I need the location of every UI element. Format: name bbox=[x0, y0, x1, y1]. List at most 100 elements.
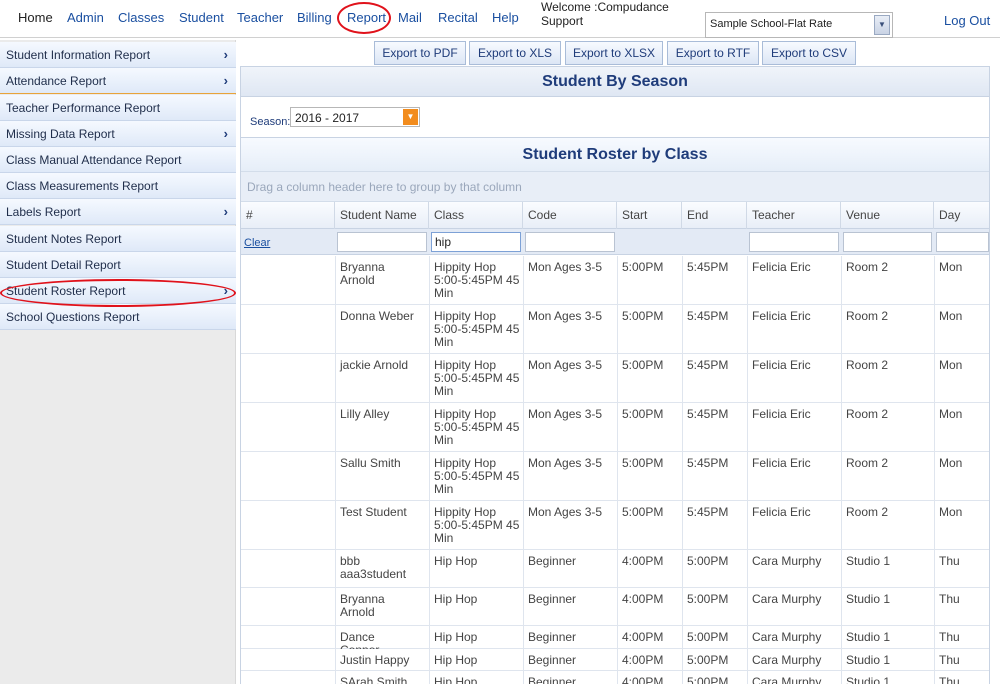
logout-link[interactable]: Log Out bbox=[944, 13, 990, 28]
col-header-student-name[interactable]: Student Name bbox=[335, 202, 429, 229]
cell-day: Mon bbox=[939, 456, 963, 470]
sidebar-item-teacher-performance-report[interactable]: Teacher Performance Report bbox=[0, 95, 236, 121]
cell-venue: Studio 1 bbox=[846, 652, 891, 667]
export-csv-button[interactable]: Export to CSV bbox=[762, 41, 856, 65]
table-row[interactable]: Test Student Hippity Hop 5:00-5:45PM 45 Min… bbox=[241, 501, 989, 550]
nav-home[interactable]: Home bbox=[18, 10, 53, 25]
nav-recital[interactable]: Recital bbox=[438, 10, 478, 25]
sidebar-item-class-measurements-report[interactable]: Class Measurements Report bbox=[0, 173, 236, 199]
nav-classes[interactable]: Classes bbox=[118, 10, 164, 25]
table-row[interactable]: Donna Weber Hippity Hop 5:00-5:45PM 45 Min M… bbox=[241, 305, 989, 354]
chevron-down-icon[interactable]: ▼ bbox=[403, 109, 418, 125]
cell-venue: Room 2 bbox=[846, 407, 889, 421]
export-pdf-button[interactable]: Export to PDF bbox=[374, 41, 466, 65]
cell-code: Mon Ages 3-5 bbox=[528, 456, 603, 470]
table-row[interactable]: jackie Arnold Hippity Hop 5:00-5:45PM 45 Mi… bbox=[241, 354, 989, 403]
filter-student-name-input[interactable] bbox=[337, 232, 427, 252]
filter-teacher-input[interactable] bbox=[749, 232, 839, 252]
col-header-end[interactable]: End bbox=[682, 202, 747, 229]
cell-class: Hippity Hop 5:00-5:45PM 45 Min bbox=[429, 359, 523, 398]
season-select[interactable]: 2016 - 2017 ▼ bbox=[290, 107, 420, 127]
cell-class: Hip Hop bbox=[429, 593, 523, 606]
cell-venue: Studio 1 bbox=[846, 554, 891, 568]
cell-student-name: jackie Arnold bbox=[340, 358, 409, 372]
cell-class-line: Min bbox=[434, 335, 454, 349]
table-row[interactable]: Bryanna Arnold Hip Hop Beginner 4:00PM 5:00P… bbox=[241, 588, 989, 626]
col-header-venue[interactable]: Venue bbox=[841, 202, 934, 229]
cell-end: 5:45PM bbox=[687, 260, 729, 274]
cell-venue: Room 2 bbox=[846, 260, 889, 274]
cell-start: 5:00PM bbox=[622, 358, 664, 372]
chevron-right-icon: › bbox=[223, 47, 228, 62]
sidebar-item-missing-data-report[interactable]: Missing Data Report › bbox=[0, 121, 236, 147]
cell-venue: Room 2 bbox=[846, 358, 889, 372]
cell-day: Mon bbox=[939, 358, 963, 372]
cell-class: Hippity Hop 5:00-5:45PM 45 Min bbox=[429, 506, 523, 545]
cell-end: 5:00PM bbox=[687, 630, 729, 644]
report-sidebar: Student Information Report › Attendance … bbox=[0, 40, 236, 684]
sidebar-item-student-detail-report[interactable]: Student Detail Report bbox=[0, 252, 236, 278]
col-header-class[interactable]: Class bbox=[429, 202, 523, 229]
cell-end: 5:45PM bbox=[687, 456, 729, 470]
nav-teacher[interactable]: Teacher bbox=[237, 10, 283, 25]
table-row[interactable]: Bryanna Arnold Hippity Hop 5:00-5:45PM 45 M… bbox=[241, 256, 989, 305]
cell-code: Mon Ages 3-5 bbox=[528, 309, 603, 323]
table-row[interactable]: Sallu Smith Hippity Hop 5:00-5:45PM 45 Min M… bbox=[241, 452, 989, 501]
cell-class-line: Min bbox=[434, 286, 454, 300]
sidebar-item-school-questions-report[interactable]: School Questions Report bbox=[0, 304, 236, 330]
cell-code: Mon Ages 3-5 bbox=[528, 260, 603, 274]
cell-student-name: Justin Happy bbox=[340, 652, 410, 667]
nav-student[interactable]: Student bbox=[179, 10, 224, 25]
cell-end: 5:00PM bbox=[687, 652, 729, 667]
nav-help[interactable]: Help bbox=[492, 10, 519, 25]
nav-billing[interactable]: Billing bbox=[297, 10, 332, 25]
sidebar-item-attendance-report[interactable]: Attendance Report › bbox=[0, 68, 236, 94]
col-header-number[interactable]: # bbox=[241, 202, 335, 229]
col-header-code[interactable]: Code bbox=[523, 202, 617, 229]
group-by-drop-area[interactable]: Drag a column header here to group by th… bbox=[241, 172, 989, 202]
table-row[interactable]: Lilly Alley Hippity Hop 5:00-5:45PM 45 Min M… bbox=[241, 403, 989, 452]
table-row[interactable]: Dance ConnorHip HopBeginner4:00PM5:00PMC… bbox=[241, 626, 989, 657]
cell-venue: Studio 1 bbox=[846, 675, 891, 684]
cell-class-line: Hip Hop bbox=[434, 630, 478, 644]
export-xls-button[interactable]: Export to XLS bbox=[469, 41, 561, 65]
table-row[interactable]: bbb aaa3student Hip Hop Beginner 4:00PM 5:00… bbox=[241, 550, 989, 588]
clear-filters-link[interactable]: Clear bbox=[244, 237, 270, 249]
school-select[interactable]: Sample School-Flat Rate ▼ bbox=[705, 12, 893, 38]
cell-student-name: Test Student bbox=[340, 505, 407, 519]
export-xlsx-button[interactable]: Export to XLSX bbox=[565, 41, 663, 65]
sidebar-item-labels-report[interactable]: Labels Report › bbox=[0, 199, 236, 225]
cell-start: 4:00PM bbox=[622, 554, 664, 568]
filter-class-input[interactable] bbox=[431, 232, 521, 252]
cell-end: 5:45PM bbox=[687, 358, 729, 372]
nav-mail[interactable]: Mail bbox=[398, 10, 422, 25]
report-panel: Student By Season Season: 2016 - 2017 ▼ … bbox=[240, 66, 990, 684]
cell-teacher: Cara Murphy bbox=[752, 630, 822, 644]
season-label: Season: bbox=[250, 116, 291, 128]
sidebar-item-label: Student Detail Report bbox=[6, 258, 121, 272]
filter-code-input[interactable] bbox=[525, 232, 615, 252]
nav-admin[interactable]: Admin bbox=[67, 10, 104, 25]
filter-venue-input[interactable] bbox=[843, 232, 932, 252]
chevron-down-icon[interactable]: ▼ bbox=[874, 15, 890, 35]
sidebar-item-class-manual-attendance-report[interactable]: Class Manual Attendance Report bbox=[0, 147, 236, 173]
col-header-start[interactable]: Start bbox=[617, 202, 682, 229]
cell-venue: Studio 1 bbox=[846, 592, 891, 606]
cell-student-name: Bryanna Arnold bbox=[340, 592, 385, 619]
col-header-teacher[interactable]: Teacher bbox=[747, 202, 841, 229]
cell-day: Thu bbox=[939, 675, 960, 684]
cell-start: 4:00PM bbox=[622, 630, 664, 644]
col-header-day[interactable]: Day bbox=[934, 202, 989, 229]
export-rtf-button[interactable]: Export to RTF bbox=[667, 41, 759, 65]
report-highlight-annotation bbox=[337, 2, 391, 34]
sidebar-item-student-notes-report[interactable]: Student Notes Report bbox=[0, 226, 236, 252]
school-select-value: Sample School-Flat Rate bbox=[710, 18, 833, 30]
table-row[interactable]: SArah Smith Hip Hop Beginner 4:00PM 5:00PM Ca… bbox=[241, 671, 989, 684]
sidebar-item-student-information-report[interactable]: Student Information Report › bbox=[0, 42, 236, 68]
cell-teacher: Felicia Eric bbox=[752, 407, 811, 421]
sidebar-item-label: Teacher Performance Report bbox=[6, 101, 161, 115]
cell-end: 5:00PM bbox=[687, 592, 729, 606]
table-row[interactable]: Justin Happy Hip Hop Beginner 4:00PM 5:00PM C… bbox=[241, 648, 989, 671]
cell-student-name: Donna Weber bbox=[340, 309, 414, 323]
filter-day-input[interactable] bbox=[936, 232, 989, 252]
